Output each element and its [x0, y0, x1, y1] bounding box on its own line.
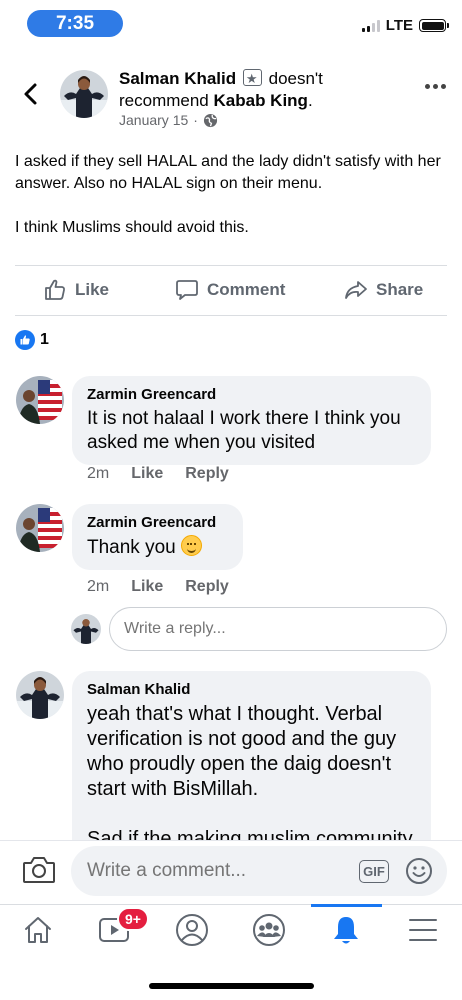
comment-author[interactable]: Zarmin Greencard: [87, 385, 416, 405]
home-indicator: [149, 983, 314, 989]
comment-text: yeah that's what I thought. Verbal verif…: [87, 703, 397, 800]
tab-home[interactable]: [20, 912, 56, 948]
status-bar: 7:35 LTE: [0, 0, 462, 46]
comment-text: Thank you: [87, 537, 176, 558]
comment-icon: [176, 280, 198, 300]
commenter-avatar[interactable]: [16, 671, 64, 719]
smiley-icon: [406, 858, 432, 884]
status-time: 7:35: [27, 10, 123, 37]
thumbs-up-icon: [45, 279, 65, 300]
reactions-summary[interactable]: 1: [15, 330, 49, 350]
divider: [15, 265, 447, 266]
status-indicators: LTE: [361, 17, 449, 34]
post-paragraph: I asked if they sell HALAL and the lady …: [15, 153, 441, 192]
like-label: Like: [75, 280, 110, 299]
groups-icon: [253, 914, 285, 946]
active-tab-indicator: [311, 904, 382, 907]
comment-author[interactable]: Zarmin Greencard: [87, 513, 228, 533]
reaction-count: 1: [40, 331, 49, 348]
reply-input[interactable]: [109, 607, 447, 651]
more-options-button[interactable]: [425, 84, 446, 89]
comment-time: 2m: [87, 578, 110, 595]
share-label: Share: [376, 280, 424, 299]
globe-icon: [203, 113, 218, 127]
comment-reply-button[interactable]: Reply: [185, 578, 229, 596]
back-button[interactable]: [14, 78, 46, 110]
bell-icon: [334, 917, 358, 944]
notification-badge: 9+: [117, 907, 149, 931]
comment-text: It is not halaal I work there I think yo…: [87, 408, 401, 453]
like-button[interactable]: Like: [43, 278, 109, 302]
comment-like-button[interactable]: Like: [131, 578, 163, 596]
comment-meta: 2m Like Reply: [87, 578, 229, 596]
post-meta: January 15 ·: [119, 112, 218, 128]
comment-input-wrapper: GIF: [71, 846, 447, 896]
comment-button[interactable]: Comment: [175, 278, 285, 302]
post-header: Salman Khalid doesn't recommend Kabab Ki…: [119, 68, 409, 112]
camera-icon: [23, 857, 55, 883]
badge-icon: [242, 68, 262, 90]
post-body: I asked if they sell HALAL and the lady …: [15, 151, 447, 261]
comment-time: 2m: [87, 465, 110, 482]
post-date[interactable]: January 15: [119, 112, 188, 128]
signal-icon: [361, 19, 380, 32]
tab-profile[interactable]: [174, 912, 210, 948]
share-icon: [345, 281, 367, 299]
network-label: LTE: [385, 17, 413, 34]
divider: [15, 315, 447, 316]
commenter-avatar[interactable]: [16, 376, 64, 424]
smiling-face-icon: [181, 535, 203, 556]
more-dots-icon: [425, 84, 430, 89]
comment-like-button[interactable]: Like: [131, 465, 163, 483]
current-user-avatar: [71, 614, 101, 644]
menu-icon: [409, 919, 437, 941]
tab-groups[interactable]: [251, 912, 287, 948]
comment-meta: 2m Like Reply: [87, 465, 229, 483]
comment-label: Comment: [207, 280, 286, 299]
tab-notifications[interactable]: [328, 912, 364, 948]
battery-icon: [419, 19, 449, 32]
post-author-avatar[interactable]: [60, 70, 108, 118]
camera-button[interactable]: [22, 855, 56, 885]
tab-menu[interactable]: [405, 912, 441, 948]
comment-bubble[interactable]: Zarmin Greencard It is not halaal I work…: [72, 376, 431, 465]
gif-button[interactable]: GIF: [359, 860, 389, 883]
commenter-avatar[interactable]: [16, 504, 64, 552]
profile-icon: [176, 914, 208, 946]
post-author-name[interactable]: Salman Khalid: [119, 69, 236, 88]
chevron-left-icon: [24, 83, 37, 105]
comment-input[interactable]: [87, 846, 347, 896]
comment-reply-button[interactable]: Reply: [185, 465, 229, 483]
emoji-button[interactable]: [405, 857, 433, 885]
post-business-name[interactable]: Kabab King: [214, 91, 308, 110]
like-reaction-icon: [15, 330, 35, 350]
home-icon: [25, 917, 51, 943]
comment-author[interactable]: Salman Khalid: [87, 680, 416, 700]
comment-bubble[interactable]: Zarmin Greencard Thank you: [72, 504, 243, 570]
post-paragraph: I think Muslims should avoid this.: [15, 219, 249, 236]
share-button[interactable]: Share: [344, 278, 423, 302]
